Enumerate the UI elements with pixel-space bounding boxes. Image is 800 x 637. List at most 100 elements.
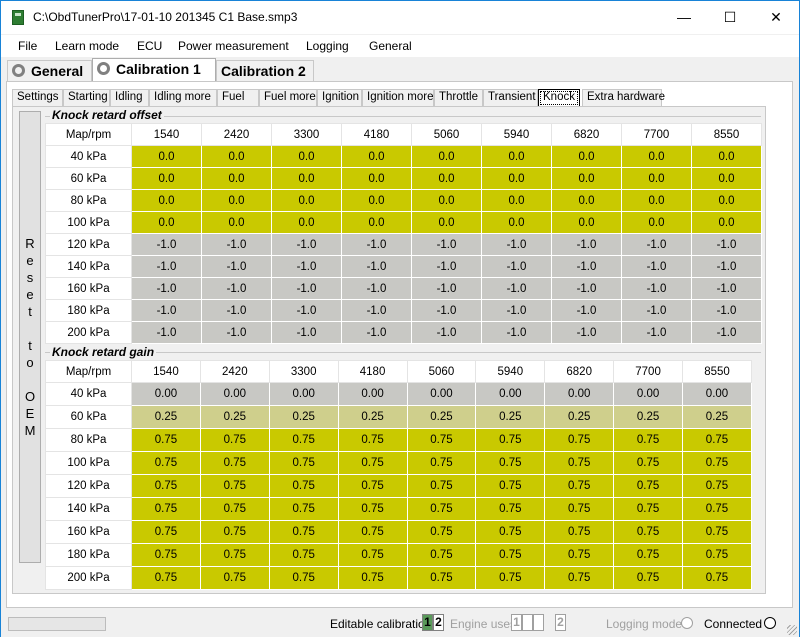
table-cell[interactable]: -1.0 [621, 233, 692, 256]
table-cell[interactable]: 0.75 [613, 451, 683, 475]
table-cell[interactable]: -1.0 [271, 277, 342, 300]
table-cell[interactable]: 0.0 [481, 167, 552, 190]
tab-throttle[interactable]: Throttle [434, 89, 483, 107]
table-cell[interactable]: 0.75 [268, 474, 339, 498]
table-cell[interactable]: 0.75 [544, 543, 615, 567]
tab-idling-more[interactable]: Idling more [149, 89, 217, 107]
table-cell[interactable]: 0.75 [268, 497, 339, 521]
table-cell[interactable]: 0.0 [691, 145, 762, 168]
table-cell[interactable]: 0.75 [268, 428, 339, 452]
table-cell[interactable]: 0.0 [271, 211, 342, 234]
minimize-button[interactable]: — [661, 1, 707, 34]
table-cell[interactable]: 0.75 [613, 566, 683, 590]
table-cell[interactable]: 0.75 [131, 566, 201, 590]
table-cell[interactable]: 0.75 [613, 428, 683, 452]
table-cell[interactable]: -1.0 [271, 255, 342, 278]
table-cell[interactable]: 0.75 [337, 497, 408, 521]
table-cell[interactable]: -1.0 [481, 233, 552, 256]
table-cell[interactable]: 0.75 [131, 543, 201, 567]
menu-logging[interactable]: Logging [306, 39, 349, 53]
table-cell[interactable]: 0.75 [199, 543, 270, 567]
reset-to-oem-button[interactable]: R e s e t t o O E M [19, 111, 41, 563]
table-cell[interactable]: 0.75 [682, 474, 752, 498]
table-cell[interactable]: 0.00 [337, 382, 408, 406]
table-cell[interactable]: 0.75 [475, 474, 546, 498]
table-cell[interactable]: 0.75 [682, 543, 752, 567]
table-cell[interactable]: 0.25 [131, 405, 201, 429]
table-cell[interactable]: 0.0 [411, 211, 482, 234]
table-cell[interactable]: 0.0 [691, 167, 762, 190]
table-cell[interactable]: 0.75 [131, 474, 201, 498]
table-cell[interactable]: -1.0 [411, 321, 482, 344]
table-cell[interactable]: 0.75 [337, 566, 408, 590]
table-cell[interactable]: 0.75 [544, 474, 615, 498]
table-cell[interactable]: -1.0 [271, 233, 342, 256]
tab-fuel[interactable]: Fuel [217, 89, 259, 107]
menu-file[interactable]: File [18, 39, 37, 53]
table-cell[interactable]: -1.0 [411, 277, 482, 300]
table-cell[interactable]: 0.0 [551, 167, 622, 190]
table-cell[interactable]: -1.0 [551, 277, 622, 300]
table-cell[interactable]: 0.25 [337, 405, 408, 429]
table-cell[interactable]: 0.00 [406, 382, 477, 406]
table-cell[interactable]: 0.0 [201, 167, 272, 190]
table-cell[interactable]: 0.00 [544, 382, 615, 406]
table-cell[interactable]: 0.75 [544, 566, 615, 590]
table-cell[interactable]: 0.00 [199, 382, 270, 406]
table-cell[interactable]: -1.0 [201, 299, 272, 322]
table-cell[interactable]: -1.0 [201, 233, 272, 256]
table-cell[interactable]: 0.25 [475, 405, 546, 429]
table-cell[interactable]: -1.0 [271, 321, 342, 344]
table-cell[interactable]: 0.0 [481, 145, 552, 168]
table-cell[interactable]: 0.75 [406, 474, 477, 498]
table-cell[interactable]: 0.75 [268, 566, 339, 590]
table-cell[interactable]: 0.0 [131, 211, 202, 234]
table-cell[interactable]: 0.75 [406, 497, 477, 521]
table-cell[interactable]: 0.75 [268, 520, 339, 544]
table-cell[interactable]: -1.0 [551, 255, 622, 278]
table-cell[interactable]: 0.0 [481, 211, 552, 234]
table-cell[interactable]: 0.0 [341, 189, 412, 212]
table-cell[interactable]: 0.0 [411, 189, 482, 212]
tab-calibration-2[interactable]: Calibration 2 [216, 60, 314, 82]
table-cell[interactable]: 0.0 [341, 211, 412, 234]
menu-power-measurement[interactable]: Power measurement [178, 39, 289, 53]
table-cell[interactable]: -1.0 [201, 277, 272, 300]
tab-transient[interactable]: Transient [483, 89, 538, 107]
tab-extra-hardware[interactable]: Extra hardware [582, 89, 665, 107]
table-cell[interactable]: 0.75 [682, 566, 752, 590]
table-cell[interactable]: 0.75 [475, 451, 546, 475]
table-cell[interactable]: -1.0 [621, 277, 692, 300]
table-cell[interactable]: 0.0 [131, 189, 202, 212]
table-cell[interactable]: 0.75 [475, 566, 546, 590]
tab-fuel-more[interactable]: Fuel more [259, 89, 317, 107]
table-cell[interactable]: 0.75 [199, 520, 270, 544]
table-cell[interactable]: 0.0 [551, 211, 622, 234]
table-cell[interactable]: 0.75 [337, 520, 408, 544]
tab-general[interactable]: General [7, 60, 92, 82]
table-cell[interactable]: -1.0 [481, 321, 552, 344]
table-cell[interactable]: -1.0 [621, 299, 692, 322]
table-cell[interactable]: 0.0 [271, 145, 342, 168]
resize-grip-icon[interactable] [787, 625, 797, 635]
table-cell[interactable]: 0.75 [475, 543, 546, 567]
menu-general[interactable]: General [369, 39, 412, 53]
table-cell[interactable]: 0.25 [199, 405, 270, 429]
tab-ignition[interactable]: Ignition [317, 89, 362, 107]
table-cell[interactable]: 0.75 [544, 497, 615, 521]
table-cell[interactable]: -1.0 [551, 299, 622, 322]
tab-knock[interactable]: Knock [538, 89, 580, 107]
table-cell[interactable]: 0.75 [406, 520, 477, 544]
table-cell[interactable]: 0.75 [406, 451, 477, 475]
table-cell[interactable]: 0.25 [544, 405, 615, 429]
table-cell[interactable]: 0.75 [268, 451, 339, 475]
table-cell[interactable]: 0.75 [682, 497, 752, 521]
table-cell[interactable]: 0.75 [131, 451, 201, 475]
table-cell[interactable]: 0.75 [613, 543, 683, 567]
table-cell[interactable]: -1.0 [621, 255, 692, 278]
table-cell[interactable]: 0.75 [337, 474, 408, 498]
table-cell[interactable]: 0.75 [544, 428, 615, 452]
table-cell[interactable]: 0.75 [406, 428, 477, 452]
editable-calibration-2[interactable]: 2 [433, 614, 444, 631]
table-cell[interactable]: -1.0 [271, 299, 342, 322]
